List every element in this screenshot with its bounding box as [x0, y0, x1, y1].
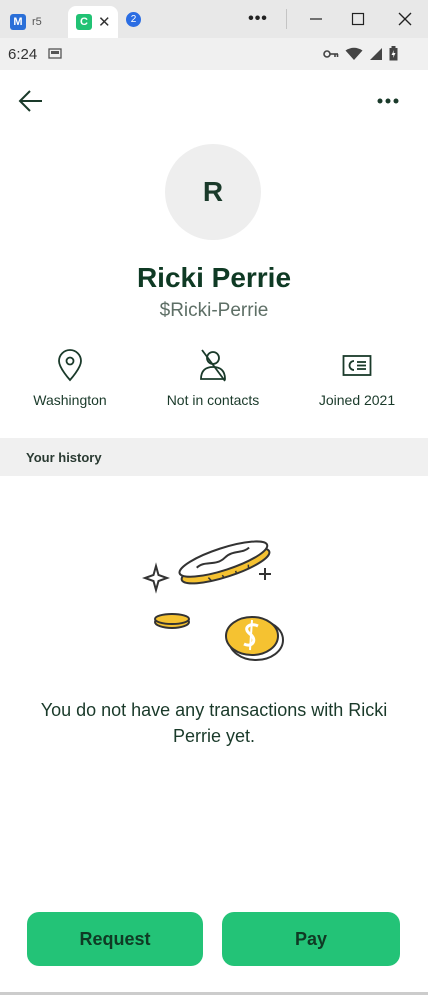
- history-title: Your history: [26, 449, 102, 465]
- battery-icon: [389, 46, 398, 66]
- location-info: Washington: [0, 348, 140, 408]
- divider: [286, 9, 287, 29]
- request-button[interactable]: Request: [27, 912, 203, 966]
- pay-button[interactable]: Pay: [222, 912, 400, 966]
- profile-info-row: Washington Not in contacts Joined 2021: [0, 348, 428, 408]
- profile-name: Ricki Perrie: [136, 262, 292, 293]
- browser-tab-1[interactable]: M r5: [10, 6, 62, 38]
- location-label: Washington: [33, 392, 107, 408]
- back-button[interactable]: [16, 86, 46, 116]
- plus-icon: [259, 568, 271, 580]
- joined-info: Joined 2021: [287, 348, 427, 408]
- arrow-left-icon: [18, 90, 42, 112]
- maximize-icon[interactable]: [348, 8, 368, 30]
- more-options-button[interactable]: [374, 92, 402, 110]
- contacts-info: Not in contacts: [143, 348, 283, 408]
- id-card-icon: [342, 355, 372, 376]
- dollar-coin-icon: [225, 616, 284, 661]
- signal-icon: [369, 47, 383, 66]
- tab-close-icon[interactable]: ✕: [98, 13, 111, 31]
- status-icons: [323, 46, 398, 66]
- browser-chrome: M r5 C ✕ 2 •••: [0, 0, 428, 38]
- tab-favicon-icon: C: [76, 14, 92, 30]
- empty-history-message: You do not have any transactions with Ri…: [40, 700, 388, 746]
- tab-count-badge[interactable]: 2: [126, 12, 141, 27]
- avatar: R: [165, 144, 261, 240]
- window-menu-icon[interactable]: •••: [246, 8, 270, 30]
- location-pin-icon: [58, 349, 82, 382]
- browser-tab-2[interactable]: C ✕: [68, 6, 118, 38]
- flying-coin-icon: [178, 540, 271, 585]
- status-bar: 6:24: [0, 38, 428, 70]
- coins-illustration: [141, 540, 284, 661]
- more-dots-icon: [377, 98, 399, 104]
- contacts-label: Not in contacts: [166, 392, 260, 408]
- joined-label: Joined 2021: [318, 392, 396, 408]
- tab-label: r5: [32, 16, 42, 28]
- tab-favicon-icon: M: [10, 14, 26, 30]
- sparkle-icon: [141, 562, 171, 594]
- profile-handle: $Ricki-Perrie: [159, 300, 269, 321]
- close-window-icon[interactable]: [394, 8, 416, 30]
- history-section-header: Your history: [0, 438, 428, 476]
- minimize-icon[interactable]: [306, 8, 326, 30]
- wifi-icon: [345, 47, 363, 66]
- vpn-key-icon: [323, 47, 339, 65]
- status-time: 6:24: [8, 46, 38, 63]
- not-in-contacts-icon: [200, 349, 226, 382]
- small-coin-icon: [154, 613, 190, 629]
- storage-icon: [48, 46, 62, 65]
